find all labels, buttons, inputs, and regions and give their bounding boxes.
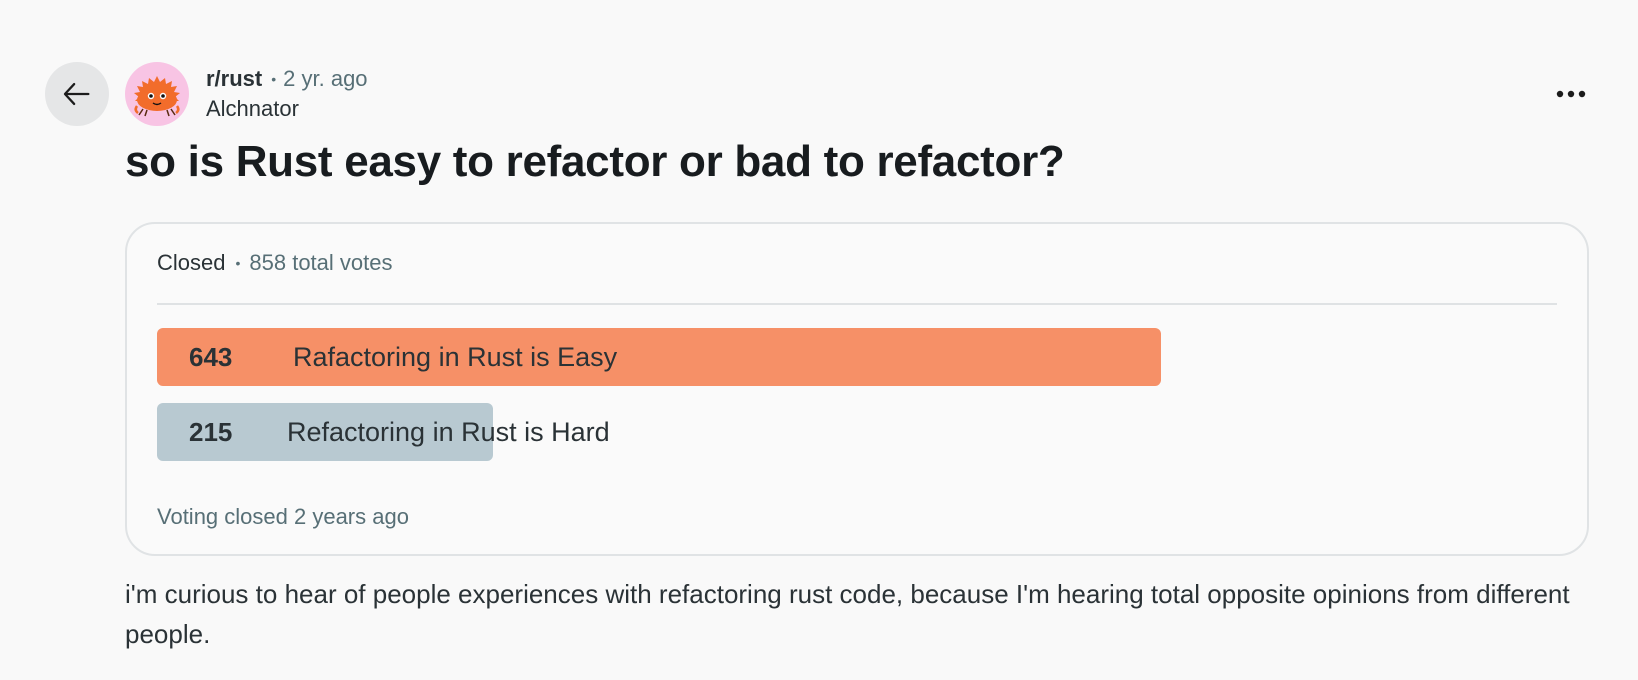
poll-option: 215 Refactoring in Rust is Hard xyxy=(157,403,1557,461)
post-timestamp: 2 yr. ago xyxy=(283,66,368,91)
back-button[interactable] xyxy=(45,62,109,126)
post-meta: r/rust • 2 yr. ago Alchnator xyxy=(206,64,368,122)
poll-option-count: 643 xyxy=(189,342,233,372)
subreddit-avatar[interactable] xyxy=(125,62,189,126)
poll-option-label: Refactoring in Rust is Hard xyxy=(287,417,610,447)
overflow-menu-button[interactable] xyxy=(1546,74,1596,114)
poll-separator: • xyxy=(235,255,241,271)
poll-divider xyxy=(157,303,1557,305)
poll-footer: Voting closed 2 years ago xyxy=(157,504,409,529)
ellipsis-icon xyxy=(1556,90,1586,98)
arrow-left-icon xyxy=(63,82,90,106)
ferris-crab-icon xyxy=(134,76,180,117)
poll-status: Closed xyxy=(157,250,226,275)
poll-option-label: Rafactoring in Rust is Easy xyxy=(293,342,618,372)
author-link[interactable]: Alchnator xyxy=(206,96,368,122)
meta-separator: • xyxy=(271,71,277,87)
poll-card: Closed • 858 total votes 643 Rafactoring… xyxy=(125,222,1589,556)
poll-option-count: 215 xyxy=(189,417,233,447)
post-page: r/rust • 2 yr. ago Alchnator so is Rust … xyxy=(0,0,1638,680)
poll-header: Closed • 858 total votes xyxy=(157,250,393,276)
subreddit-link[interactable]: r/rust xyxy=(206,66,262,92)
poll-total-votes: 858 total votes xyxy=(249,250,393,275)
post-body: i'm curious to hear of people experience… xyxy=(125,579,1570,649)
poll-option: 643 Rafactoring in Rust is Easy xyxy=(157,328,1557,386)
post-title: so is Rust easy to refactor or bad to re… xyxy=(125,137,1065,186)
